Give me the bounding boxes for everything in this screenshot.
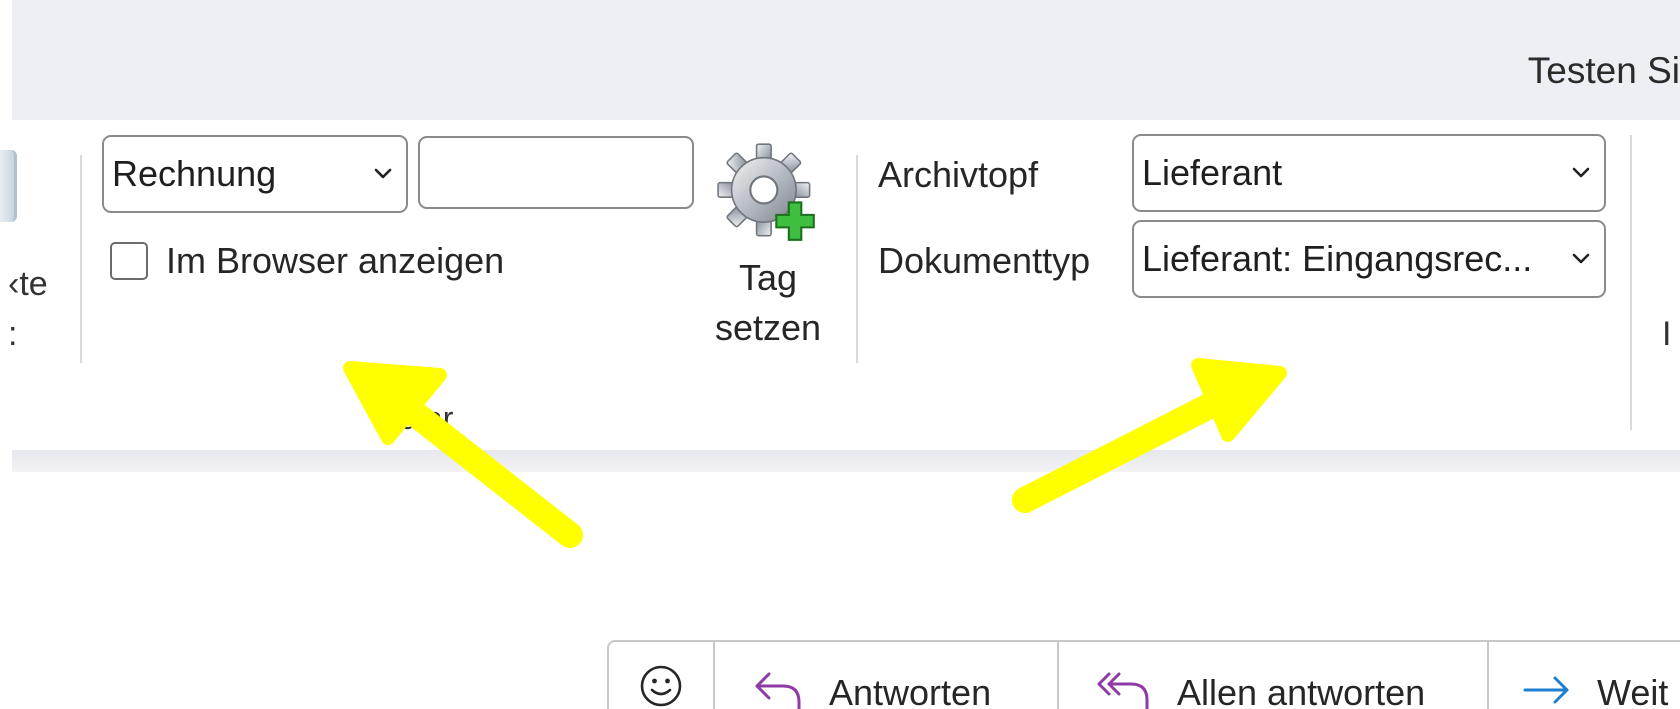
document-type-select-value: Rechnung: [112, 153, 277, 194]
dokumenttyp-select[interactable]: Lieferant: Eingangsrec...: [1132, 220, 1606, 298]
gear-add-icon: [716, 140, 820, 249]
tag-setzen-button[interactable]: Tag setzen: [708, 140, 828, 360]
forward-label: Weit: [1597, 672, 1669, 709]
ribbon-bottom-edge: [12, 450, 1680, 472]
browser-checkbox-label: Im Browser anzeigen: [166, 240, 505, 281]
tag-setzen-label-2: setzen: [714, 307, 822, 348]
reply-all-button[interactable]: Allen antworten: [1059, 642, 1489, 709]
reply-all-arrow-icon: [1095, 668, 1153, 709]
forward-arrow-icon: [1521, 668, 1573, 709]
message-action-toolbar: Antworten Allen antworten Weit: [607, 640, 1680, 709]
tag-text-input[interactable]: [418, 136, 694, 209]
dokumenttyp-select-value: Lieferant: Eingangsrec...: [1142, 238, 1533, 279]
forward-button[interactable]: Weit: [1489, 642, 1680, 709]
window-title: Testen Si: [1527, 50, 1680, 91]
ribbon-separator: [856, 155, 858, 363]
ribbon-group-label: ular: [400, 400, 454, 436]
emoji-button[interactable]: [609, 642, 715, 709]
archivtopf-select-value: Lieferant: [1142, 152, 1283, 193]
clipped-right-label: I: [1662, 315, 1672, 353]
archivtopf-select[interactable]: Lieferant: [1132, 134, 1606, 212]
reply-button[interactable]: Antworten: [715, 642, 1059, 709]
clipped-document-icon[interactable]: [0, 150, 17, 222]
document-type-select[interactable]: Rechnung: [102, 135, 408, 213]
clipped-button-label[interactable]: ‹te: [8, 265, 48, 304]
browser-checkbox[interactable]: [110, 242, 148, 280]
ribbon-separator: [1630, 135, 1632, 430]
smiley-icon: [639, 664, 683, 709]
ribbon-separator: [80, 155, 82, 363]
reply-all-label: Allen antworten: [1177, 672, 1426, 709]
archivtopf-label: Archivtopf: [878, 154, 1039, 195]
dokumenttyp-label: Dokumenttyp: [878, 240, 1091, 281]
tag-setzen-label-1: Tag: [738, 257, 798, 298]
reply-label: Antworten: [829, 672, 992, 709]
chevron-down-icon: [1568, 253, 1594, 265]
title-bar: Testen Si: [12, 0, 1680, 120]
app-window: Testen Si ‹te : Rechnung Im Browser anze…: [0, 0, 1680, 709]
chevron-down-icon: [370, 168, 396, 180]
browser-checkbox-row[interactable]: Im Browser anzeigen: [110, 240, 504, 282]
chevron-down-icon: [1568, 167, 1594, 179]
clipped-button-label-2: :: [8, 315, 18, 353]
reply-arrow-icon: [751, 668, 805, 709]
